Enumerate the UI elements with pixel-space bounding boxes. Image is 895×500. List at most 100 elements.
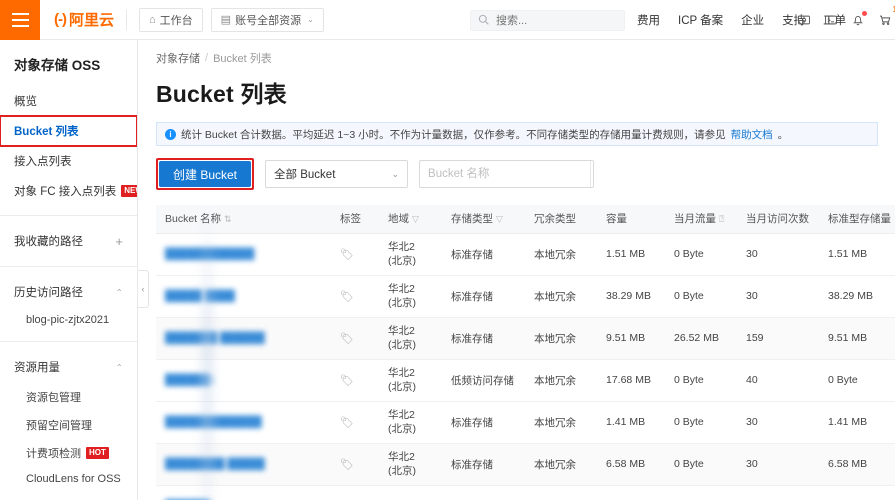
cell-storage-type: 标准存储 [442, 233, 525, 276]
home-icon: ⌂ [149, 13, 156, 26]
cell-bucket-name[interactable]: ████████████ [156, 233, 331, 276]
column-header-storage-type[interactable]: 存储类型 ▽ [442, 205, 525, 234]
column-header-capacity: 容量 [597, 205, 665, 234]
top-link-fee[interactable]: 费用 [628, 12, 669, 28]
cart-icon[interactable]: 1 [878, 6, 895, 27]
sidebar-group-favorites[interactable]: 我收藏的路径 + [0, 225, 137, 257]
tag-icon[interactable]: 🏷 [340, 417, 354, 429]
hamburger-icon[interactable] [0, 0, 40, 40]
cell-bucket-name[interactable]: ████████ █████ [156, 443, 331, 486]
bucket-search-button[interactable] [590, 161, 594, 187]
column-header-region[interactable]: 地域 ▽ [379, 205, 442, 234]
info-banner: i 统计 Bucket 合计数据。平均延迟 1~3 小时。不作为计量数据，仅作参… [156, 122, 878, 146]
table-row[interactable]: ████████████ 🏷 华北2 (北京) 标准存储 本地冗余 1.51 MB… [156, 233, 895, 276]
account-resources-button[interactable]: ▤ 账号全部资源 ⌄ [210, 7, 324, 32]
sidebar-item-reserved-capacity[interactable]: 预留空间管理 [0, 411, 137, 439]
tag-icon[interactable]: 🏷 [340, 249, 354, 261]
sidebar-item-cloudlens[interactable]: CloudLens for OSS [0, 467, 137, 491]
cell-monthly-visits: 30 [737, 275, 819, 318]
table-row[interactable]: ██████1 🏷 华北2 (北京) 低频访问存储 本地冗余 17.68 MB 0… [156, 359, 895, 402]
help-doc-link[interactable]: 帮助文档 [731, 127, 773, 142]
cell-monthly-flow: 0 Byte [665, 401, 737, 444]
help-icon[interactable]: ⍰ [719, 214, 724, 224]
bucket-filter-select[interactable]: 全部 Bucket ⌄ [265, 160, 409, 188]
bucket-name-link[interactable]: █████████████ [165, 416, 262, 428]
chevron-up-icon[interactable]: ⌃ [115, 288, 123, 297]
sidebar-group-history[interactable]: 历史访问路径 ⌃ [0, 276, 137, 308]
cell-standard-storage: 0 Byte [819, 359, 895, 402]
cell-bucket-name[interactable]: █████ ████ [156, 275, 331, 318]
sidebar-history-item[interactable]: blog-pic-zjtx2021 [0, 308, 137, 332]
top-icon-group: 1 [797, 0, 895, 40]
table-row[interactable]: █████████████ 🏷 华北2 (北京) 标准存储 本地冗余 1.41 M… [156, 401, 895, 444]
filter-icon[interactable]: ▽ [496, 214, 503, 224]
cell-redundancy: 本地冗余 [525, 233, 597, 276]
sidebar-item-billing-check[interactable]: 计费项检测 HOT [0, 439, 137, 467]
region-line2: (北京) [388, 423, 416, 435]
aliyun-logo[interactable]: (-) 阿里云 [54, 9, 114, 30]
cell-bucket-name[interactable]: █████████████ [156, 401, 331, 444]
table-row[interactable]: ██████ry 🏷 中国香港 标准存储 本地冗余 127.18 KB 0 By… [156, 485, 895, 500]
tag-icon[interactable]: 🏷 [340, 375, 354, 387]
search-icon [478, 14, 489, 28]
console-icon[interactable] [824, 13, 838, 27]
cell-region: 华北2 (北京) [379, 317, 442, 360]
sidebar-divider-3 [0, 341, 137, 342]
sidebar-item-bucket-list[interactable]: Bucket 列表 [0, 115, 137, 147]
sidebar-collapse-handle[interactable]: ‹ [138, 270, 149, 308]
cell-storage-type: 标准存储 [442, 275, 525, 318]
sidebar-item-resource-package[interactable]: 资源包管理 [0, 383, 137, 411]
cell-tag: 🏷 [331, 275, 379, 318]
cell-bucket-name[interactable]: ███████ ██████ [156, 317, 331, 360]
region-line1: 华北2 [388, 450, 415, 463]
sidebar-title: 对象存储 OSS [14, 58, 101, 73]
create-bucket-button[interactable]: 创建 Bucket [159, 161, 252, 187]
column-header-bucket-name[interactable]: Bucket 名称 ⇅ [156, 205, 331, 234]
bucket-name-link[interactable]: █████ ████ [165, 290, 235, 302]
plus-icon[interactable]: + [115, 234, 123, 249]
sidebar-item-access-point-list[interactable]: 接入点列表 [0, 146, 137, 176]
column-header-storage-type-label: 存储类型 [451, 213, 493, 226]
top-link-icp[interactable]: ICP 备案 [669, 12, 732, 28]
workbench-label: 工作台 [159, 14, 193, 27]
tag-icon[interactable]: 🏷 [340, 459, 354, 471]
sidebar-item-overview[interactable]: 概览 [0, 86, 137, 116]
bucket-name-link[interactable]: ████████████ [165, 248, 254, 260]
tag-icon[interactable]: 🏷 [340, 333, 354, 345]
filter-icon[interactable]: ▽ [412, 214, 419, 224]
column-header-monthly-visits: 当月访问次数 [737, 205, 819, 234]
table-row[interactable]: ███████ ██████ 🏷 华北2 (北京) 标准存储 本地冗余 9.51 … [156, 317, 895, 360]
bucket-search-input[interactable] [420, 161, 591, 187]
column-header-redundancy: 冗余类型 [525, 205, 597, 234]
column-header-bucket-name-label: Bucket 名称 [165, 213, 222, 226]
bucket-name-link[interactable]: ██████1 [165, 374, 215, 386]
bucket-name-link[interactable]: ███████ ██████ [165, 332, 265, 344]
column-header-standard-storage-label: 标准型存储量 [828, 213, 891, 226]
tag-icon[interactable]: 🏷 [340, 291, 354, 303]
bell-icon[interactable] [851, 11, 867, 27]
sidebar-group-usage[interactable]: 资源用量 ⌃ [0, 351, 137, 383]
create-bucket-highlight: 创建 Bucket [156, 158, 255, 190]
sort-icon[interactable]: ⇅ [224, 214, 232, 224]
breadcrumb-root[interactable]: 对象存储 [156, 50, 200, 66]
global-search-input[interactable] [494, 13, 614, 28]
nav-divider [126, 9, 128, 30]
sidebar-item-object-fc-access-point-list[interactable]: 对象 FC 接入点列表 NEW [0, 176, 137, 206]
global-search-box[interactable] [470, 10, 625, 31]
bucket-name-link[interactable]: ████████ █████ [165, 458, 265, 470]
bucket-search-box [419, 160, 595, 188]
ticket-icon[interactable] [797, 13, 811, 27]
column-header-standard-storage: 标准型存储量 [819, 205, 895, 234]
bucket-filter-select-value: 全部 Bucket [274, 169, 336, 181]
chevron-up-icon[interactable]: ⌃ [115, 363, 123, 372]
cell-bucket-name[interactable]: ██████1 [156, 359, 331, 402]
region-line2: (北京) [388, 255, 416, 267]
breadcrumb-current: Bucket 列表 [213, 53, 272, 65]
workbench-button[interactable]: ⌂ 工作台 [139, 7, 203, 32]
table-row[interactable]: ████████ █████ 🏷 华北2 (北京) 标准存储 本地冗余 6.58 … [156, 443, 895, 486]
sidebar: 对象存储 OSS 概览 Bucket 列表 接入点列表 对象 FC 接入点列表 … [0, 40, 138, 500]
cell-bucket-name[interactable]: ██████ry [156, 485, 331, 500]
top-link-enterprise[interactable]: 企业 [732, 12, 773, 28]
table-row[interactable]: █████ ████ 🏷 华北2 (北京) 标准存储 本地冗余 38.29 MB … [156, 275, 895, 318]
top-navigation-bar: (-) 阿里云 ⌂ 工作台 ▤ 账号全部资源 ⌄ 费用 ICP 备案 企业 支持 [0, 0, 895, 40]
